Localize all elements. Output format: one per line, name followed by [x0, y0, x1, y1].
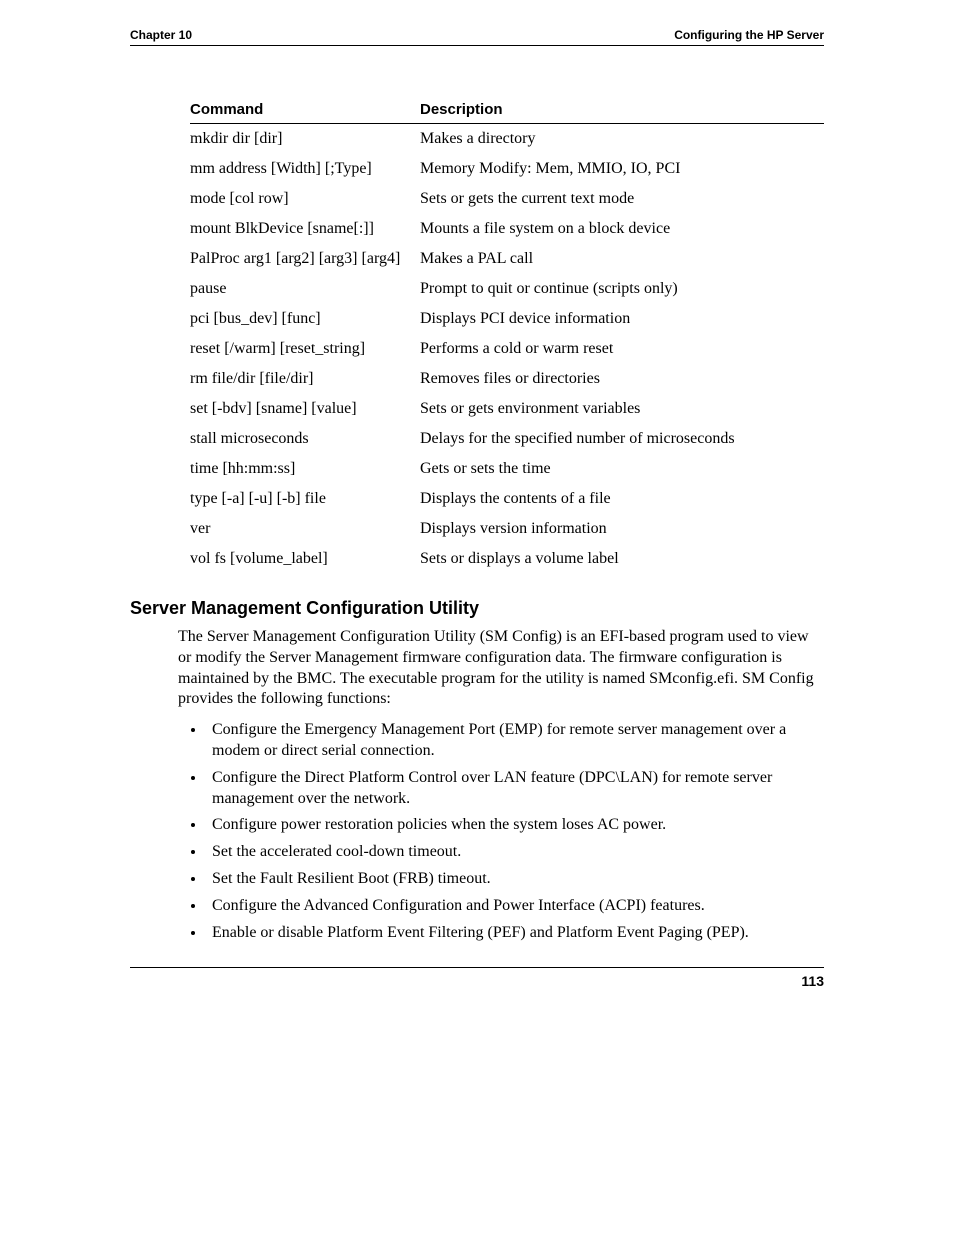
cell-description: Performs a cold or warm reset [420, 334, 824, 364]
list-item: Configure the Emergency Management Port … [206, 720, 824, 762]
table-row: mm address [Width] [;Type]Memory Modify:… [190, 154, 824, 184]
cell-description: Prompt to quit or continue (scripts only… [420, 274, 824, 304]
table-row: mode [col row]Sets or gets the current t… [190, 184, 824, 214]
cell-command: mkdir dir [dir] [190, 124, 420, 155]
cell-command: mode [col row] [190, 184, 420, 214]
table-row: mkdir dir [dir]Makes a directory [190, 124, 824, 155]
table-row: verDisplays version information [190, 514, 824, 544]
cell-command: type [-a] [-u] [-b] file [190, 484, 420, 514]
page-number: 113 [801, 973, 824, 989]
table-header-description: Description [420, 101, 824, 124]
header-left: Chapter 10 [130, 28, 192, 42]
cell-description: Displays version information [420, 514, 824, 544]
cell-description: Makes a directory [420, 124, 824, 155]
list-item: Configure the Advanced Configuration and… [206, 896, 824, 917]
list-item: Enable or disable Platform Event Filteri… [206, 923, 824, 944]
cell-command: pci [bus_dev] [func] [190, 304, 420, 334]
cell-description: Gets or sets the time [420, 454, 824, 484]
table-row: reset [/warm] [reset_string]Performs a c… [190, 334, 824, 364]
cell-description: Displays PCI device information [420, 304, 824, 334]
table-row: pausePrompt to quit or continue (scripts… [190, 274, 824, 304]
cell-description: Memory Modify: Mem, MMIO, IO, PCI [420, 154, 824, 184]
cell-description: Displays the contents of a file [420, 484, 824, 514]
table-row: type [-a] [-u] [-b] fileDisplays the con… [190, 484, 824, 514]
list-item: Configure the Direct Platform Control ov… [206, 768, 824, 810]
feature-list: Configure the Emergency Management Port … [178, 720, 824, 943]
table-row: rm file/dir [file/dir]Removes files or d… [190, 364, 824, 394]
cell-description: Mounts a file system on a block device [420, 214, 824, 244]
page-header: Chapter 10 Configuring the HP Server [130, 28, 824, 46]
table-row: set [-bdv] [sname] [value]Sets or gets e… [190, 394, 824, 424]
cell-command: set [-bdv] [sname] [value] [190, 394, 420, 424]
cell-command: ver [190, 514, 420, 544]
section-intro: The Server Management Configuration Util… [178, 627, 824, 710]
cell-description: Sets or gets environment variables [420, 394, 824, 424]
section-heading: Server Management Configuration Utility [130, 598, 824, 619]
header-right: Configuring the HP Server [674, 28, 824, 42]
command-table: Command Description mkdir dir [dir]Makes… [190, 101, 824, 574]
cell-command: PalProc arg1 [arg2] [arg3] [arg4] [190, 244, 420, 274]
cell-command: mount BlkDevice [sname[:]] [190, 214, 420, 244]
cell-description: Removes files or directories [420, 364, 824, 394]
cell-command: stall microseconds [190, 424, 420, 454]
list-item: Configure power restoration policies whe… [206, 815, 824, 836]
table-row: mount BlkDevice [sname[:]]Mounts a file … [190, 214, 824, 244]
cell-command: vol fs [volume_label] [190, 544, 420, 574]
table-row: pci [bus_dev] [func]Displays PCI device … [190, 304, 824, 334]
page-footer: 113 [130, 967, 824, 989]
cell-command: rm file/dir [file/dir] [190, 364, 420, 394]
table-row: stall microsecondsDelays for the specifi… [190, 424, 824, 454]
cell-command: reset [/warm] [reset_string] [190, 334, 420, 364]
cell-description: Sets or gets the current text mode [420, 184, 824, 214]
cell-command: pause [190, 274, 420, 304]
cell-command: time [hh:mm:ss] [190, 454, 420, 484]
table-row: time [hh:mm:ss]Gets or sets the time [190, 454, 824, 484]
cell-description: Makes a PAL call [420, 244, 824, 274]
table-header-command: Command [190, 101, 420, 124]
list-item: Set the Fault Resilient Boot (FRB) timeo… [206, 869, 824, 890]
cell-command: mm address [Width] [;Type] [190, 154, 420, 184]
list-item: Set the accelerated cool-down timeout. [206, 842, 824, 863]
cell-description: Sets or displays a volume label [420, 544, 824, 574]
table-row: vol fs [volume_label]Sets or displays a … [190, 544, 824, 574]
cell-description: Delays for the specified number of micro… [420, 424, 824, 454]
table-row: PalProc arg1 [arg2] [arg3] [arg4]Makes a… [190, 244, 824, 274]
